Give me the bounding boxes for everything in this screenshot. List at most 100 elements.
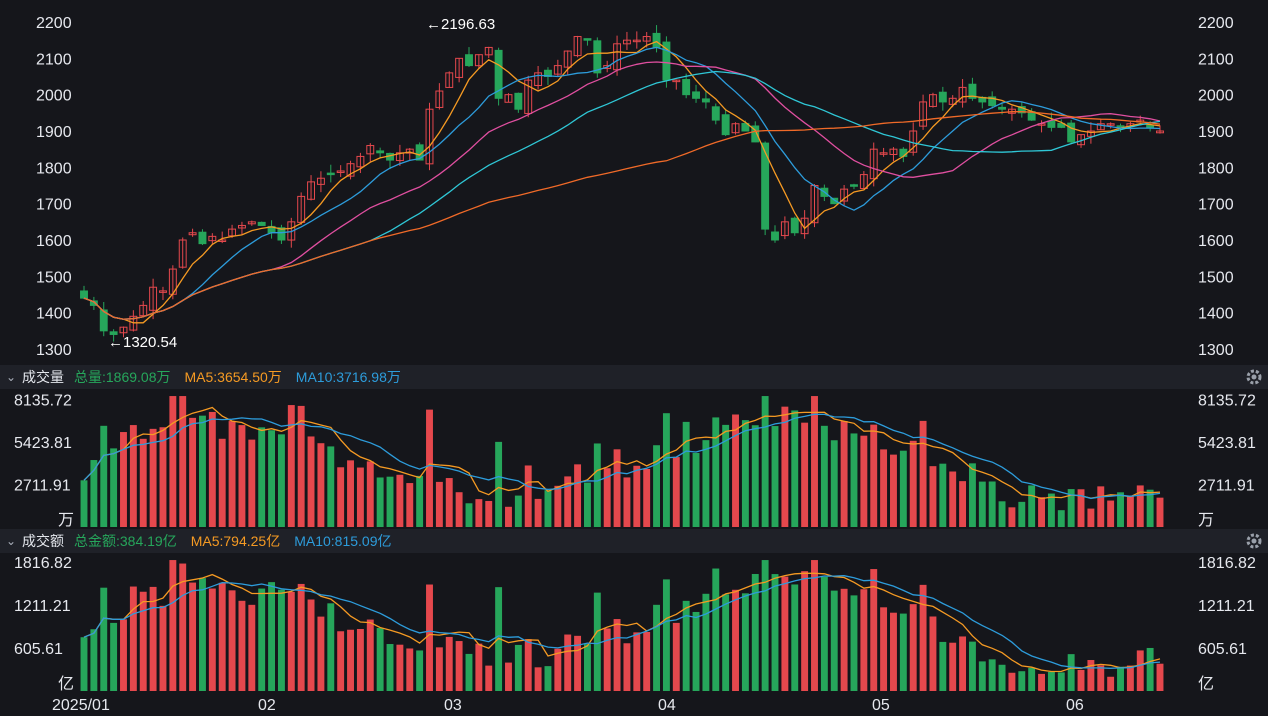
volume-bar [593, 443, 601, 527]
volume-bar [574, 464, 582, 527]
tick-right: 2711.91 [1198, 477, 1255, 494]
volume-ma10: MA10:3716.98万 [295, 369, 401, 385]
candle-body [593, 40, 602, 74]
volume-bar [692, 452, 700, 527]
volume-bar [307, 599, 315, 691]
price-tick-left: 2100 [36, 51, 72, 68]
tick-right: 5423.81 [1198, 435, 1256, 452]
volume-bar [1087, 508, 1095, 527]
volume-ma5: MA5:3654.50万 [184, 369, 282, 385]
volume-bar [366, 619, 374, 691]
volume-bar [820, 425, 828, 527]
volume-bar [643, 468, 651, 527]
volume-bar [208, 411, 216, 527]
volume-bar [919, 584, 927, 691]
amount-title: 成交额 [22, 533, 64, 549]
volume-bar [435, 647, 443, 691]
volume-bar [949, 642, 957, 691]
volume-bar [583, 644, 591, 691]
volume-bar [751, 425, 759, 527]
volume-bar [623, 643, 631, 691]
volume-bar [1038, 497, 1045, 527]
candle-body [1146, 125, 1155, 128]
volume-bar [653, 604, 661, 691]
collapse-chevron-icon[interactable]: ⌄ [0, 534, 22, 548]
volume-bar [80, 637, 88, 691]
volume-bar [1077, 669, 1085, 691]
candle-body [899, 148, 908, 157]
volume-bar [524, 639, 532, 691]
amount-total: 总金额:384.19亿 [74, 533, 177, 549]
volume-bar [1008, 507, 1016, 527]
volume-bar [445, 636, 453, 691]
volume-bar [347, 629, 354, 691]
volume-bar [485, 500, 493, 527]
volume-bar [159, 605, 167, 691]
candle-body [198, 231, 207, 245]
volume-bar [603, 628, 611, 691]
amount-ma5: MA5:794.25亿 [190, 533, 281, 549]
volume-bar [534, 667, 542, 691]
volume-bar [781, 406, 789, 527]
volume-bar [899, 613, 907, 691]
amount-unit-right: 亿 [1198, 675, 1214, 693]
volume-bar [771, 574, 779, 691]
volume-bar [811, 560, 818, 691]
high-annotation: ←2196.63 [426, 16, 495, 33]
volume-bar [268, 430, 276, 527]
volume-bar [327, 603, 335, 691]
volume-bar [208, 588, 216, 691]
collapse-chevron-icon[interactable]: ⌄ [0, 370, 22, 384]
volume-unit-right: 万 [1198, 512, 1214, 529]
volume-bar [248, 439, 256, 527]
date-tick: 06 [1066, 697, 1084, 714]
volume-bar [554, 648, 562, 691]
volume-bar [485, 665, 493, 691]
volume-bar [1097, 486, 1105, 527]
volume-bar [1146, 647, 1154, 691]
volume-bar [189, 417, 197, 527]
volume-bar [465, 503, 473, 527]
volume-bar [505, 506, 512, 527]
volume-bar [258, 427, 266, 527]
volume-bar [1028, 485, 1036, 527]
volume-bar [1087, 660, 1095, 691]
volume-bar [968, 463, 976, 527]
volume-bar [781, 576, 789, 691]
price-tick-right: 2000 [1198, 88, 1234, 105]
volume-bar [287, 591, 295, 691]
low-annotation: ←1320.54 [108, 334, 177, 351]
price-tick-left: 2000 [36, 88, 72, 105]
volume-bar [356, 467, 364, 527]
volume-bar [1136, 650, 1144, 691]
volume-bar [761, 560, 769, 691]
volume-bar [899, 450, 907, 527]
volume-bar [307, 436, 315, 527]
date-tick: 02 [258, 697, 276, 714]
volume-bar [880, 607, 888, 691]
volume-bar [988, 659, 996, 691]
tick-left: 5423.81 [14, 435, 72, 452]
volume-bar [1008, 672, 1016, 691]
volume-bar [653, 445, 661, 527]
candle-body [80, 290, 88, 299]
volume-bar [416, 475, 424, 527]
gear-icon[interactable] [1244, 531, 1264, 551]
price-tick-right: 1600 [1198, 233, 1234, 250]
volume-bar [544, 490, 552, 527]
volume-bar [929, 466, 937, 527]
volume-bar [583, 482, 591, 527]
volume-bar [258, 588, 266, 691]
gear-icon[interactable] [1244, 367, 1264, 387]
volume-bar [435, 481, 443, 527]
volume-bar [475, 499, 483, 527]
candle-body [682, 79, 691, 96]
candle-body [701, 98, 710, 103]
price-tick-left: 2200 [36, 15, 72, 32]
volume-bar [356, 628, 364, 691]
volume-bar [741, 420, 749, 527]
volume-bar [959, 481, 967, 527]
volume-bar [1018, 501, 1026, 527]
volume-bar [1097, 665, 1105, 691]
volume-bar [445, 478, 453, 527]
